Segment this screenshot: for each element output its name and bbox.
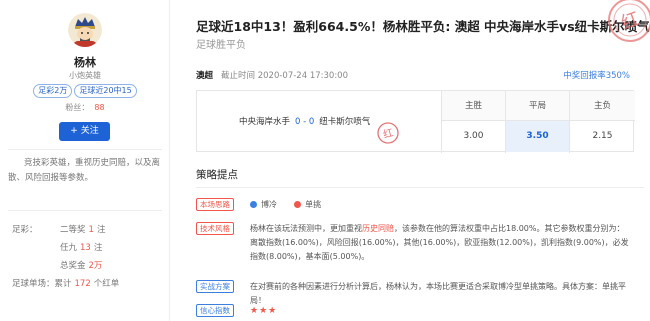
sidebar-divider (8, 149, 162, 150)
tech-text-highlight: 历史同赔 (362, 224, 394, 233)
odds-home-win[interactable]: 主胜 3.00 (441, 91, 505, 153)
expert-name: 杨林 (74, 56, 96, 69)
red-stamp-icon: 红 (606, 0, 650, 44)
stat-value: 2万 (88, 261, 103, 271)
plus-icon: + (70, 126, 78, 136)
fans-count: 粉丝： 88 (0, 102, 170, 113)
stat-erdengjiang: 二等奖 1 注 (60, 223, 105, 235)
expert-title: 小炮英雄 (69, 71, 101, 80)
confidence-label: 信心指数 (196, 304, 234, 317)
stat-label: 总奖金 (60, 261, 86, 271)
stat-unit: 个红单 (93, 279, 120, 289)
confidence-row: 信心指数 ★★★ (196, 304, 644, 318)
stat-renjiu: 任九 13 注 (60, 241, 102, 253)
confidence-stars: ★★★ (250, 306, 278, 316)
deadline: 截止时间 2020-07-24 17:30:00 (221, 71, 348, 81)
tag-zucai: 足彩2万 (33, 84, 73, 98)
plan-row: 实战方案 在对赛前的各种因素进行分析计算后，杨林认为，本场比赛更适合采取博冷型单… (196, 280, 644, 305)
section-divider (196, 187, 644, 188)
home-team: 中央海岸水手 (238, 117, 290, 127)
follow-label: 关注 (80, 126, 99, 136)
tag-recent-record: 足球近20中15 (74, 84, 137, 98)
tech-label: 技术风格 (196, 222, 234, 235)
stamp-text: 红 (618, 8, 642, 34)
fans-label: 粉丝： (65, 103, 90, 112)
tech-text-pre: 杨林在该玩法预测中，更加重视 (250, 224, 362, 233)
expert-bio: 竞技彩英雄，重视历史同赔，以及离散、风险回报等参数。 (8, 158, 161, 183)
blue-dot-icon (250, 201, 257, 208)
strategy-row: 本场思路 博冷 单挑 (196, 198, 644, 212)
mini-red-stamp-icon: 红 (377, 111, 399, 144)
stat-single: 足球单场：累计 172 个红单 (12, 277, 119, 289)
odds-value: 2.15 (592, 131, 613, 141)
tech-row: 技术风格 杨林在该玩法预测中，更加重视历史同赔，该参数在他的算法权重中占比18.… (196, 222, 644, 272)
match-card: 中央海岸水手 0 - 0 纽卡斯尔喷气 红 主胜 3.00 平局 3.50 主负 2… (196, 90, 635, 153)
section-title: 策略提点 (196, 169, 238, 181)
tech-text: 杨林在该玩法预测中，更加重视历史同赔，该参数在他的算法权重中占比18.00%。其… (250, 222, 632, 264)
stat-total: 总奖金 2万 (60, 259, 105, 271)
avatar[interactable] (68, 13, 102, 47)
strategy-options: 博冷 单挑 (250, 198, 632, 212)
odds-label: 平局 (506, 91, 569, 121)
match-score: 0 - 0 (295, 117, 315, 127)
fans-number: 88 (94, 103, 105, 112)
sidebar-divider (8, 210, 162, 211)
odds-value: 3.50 (506, 121, 569, 152)
league-name: 澳超 (196, 71, 214, 81)
stat-unit: 注 (96, 225, 106, 235)
stat-unit: 注 (93, 243, 103, 253)
mini-stamp-text: 红 (382, 125, 395, 140)
follow-button[interactable]: + 关注 (59, 122, 110, 141)
red-dot-icon (294, 201, 302, 208)
away-team: 纽卡斯尔喷气 (319, 117, 371, 127)
stat-label: 二等奖 (60, 225, 86, 235)
article-category: 足球胜平负 (196, 40, 246, 51)
match-teams: 中央海岸水手 0 - 0 纽卡斯尔喷气 红 (197, 91, 441, 153)
odds-label: 主负 (570, 91, 635, 121)
odds-value: 3.00 (463, 131, 484, 141)
stat-zucai-label: 足彩： (12, 225, 38, 235)
odds-label: 主胜 (442, 91, 505, 121)
expert-tags: 足彩2万 足球近20中15 (0, 84, 170, 98)
odds-table: 主胜 3.00 平局 3.50 主负 2.15 (441, 91, 635, 153)
stat-value: 172 (74, 279, 91, 289)
stat-value: 13 (80, 243, 91, 253)
match-meta: 澳超 截止时间 2020-07-24 17:30:00 中奖回报率350% (196, 69, 644, 81)
plan-label: 实战方案 (196, 280, 234, 293)
stat-label: 任九 (60, 243, 78, 253)
article-headline: 足球近18中13！盈利664.5%！杨林胜平负: 澳超 中央海岸水手vs纽卡斯尔… (196, 19, 650, 34)
hit-rate: 中奖回报率350% (563, 71, 630, 81)
strategy-label: 本场思路 (196, 198, 234, 211)
expert-sidebar: 杨林 小炮英雄 足彩2万 足球近20中15 粉丝： 88 + 关注 竞技彩英雄，重视… (0, 0, 170, 321)
odds-home-lose[interactable]: 主负 2.15 (569, 91, 635, 153)
strategy-cold: 博冷 (261, 200, 277, 209)
article-main: 足球近18中13！盈利664.5%！杨林胜平负: 澳超 中央海岸水手vs纽卡斯尔… (196, 0, 650, 321)
strategy-single: 单挑 (305, 200, 322, 209)
stat-label: 足球单场：累计 (12, 279, 72, 289)
stat-value: 1 (88, 225, 94, 235)
odds-draw[interactable]: 平局 3.50 (505, 91, 569, 153)
